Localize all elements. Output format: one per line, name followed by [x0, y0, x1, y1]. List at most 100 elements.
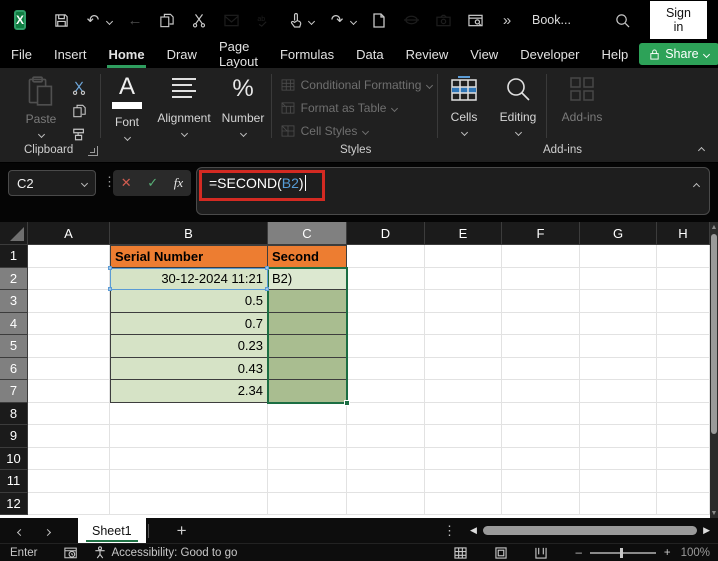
name-box[interactable]: C2 — [8, 170, 96, 196]
cell-D5[interactable] — [347, 335, 425, 358]
cell-D4[interactable] — [347, 312, 425, 335]
cell-C1[interactable]: Second — [268, 245, 347, 268]
cell-A12[interactable] — [28, 492, 110, 515]
cell-D9[interactable] — [347, 425, 425, 448]
cell-E11[interactable] — [425, 470, 502, 493]
row-header-6[interactable]: 6 — [0, 357, 28, 380]
cell-B4[interactable]: 0.7 — [110, 312, 268, 335]
cell-F1[interactable] — [502, 245, 580, 268]
cell-G7[interactable] — [580, 380, 657, 403]
accessibility-status[interactable]: Accessibility: Good to go — [112, 547, 238, 559]
cell-H10[interactable] — [657, 447, 710, 470]
undo-dropdown-icon[interactable] — [105, 11, 114, 29]
sheet-tab-sheet1[interactable]: Sheet1 — [78, 518, 146, 543]
next-sheet-icon[interactable] — [43, 522, 52, 540]
cell-E12[interactable] — [425, 492, 502, 515]
cell-A10[interactable] — [28, 447, 110, 470]
horizontal-scrollbar[interactable]: ◀ ▶ — [470, 525, 710, 537]
cell-H4[interactable] — [657, 312, 710, 335]
cell-H1[interactable] — [657, 245, 710, 268]
zoom-in-button[interactable]: + — [664, 547, 671, 559]
tab-formulas[interactable]: Formulas — [269, 43, 345, 66]
cell-C8[interactable] — [268, 402, 347, 425]
font-menu-button[interactable]: A Font — [101, 68, 153, 144]
more-commands-icon[interactable]: » — [498, 11, 516, 29]
row-header-11[interactable]: 11 — [0, 470, 28, 493]
undo-icon[interactable]: ↶ — [84, 11, 102, 29]
collapse-formula-bar-icon[interactable] — [692, 176, 701, 192]
row-header-8[interactable]: 8 — [0, 402, 28, 425]
cell-B11[interactable] — [110, 470, 268, 493]
cell-B7[interactable]: 2.34 — [110, 380, 268, 403]
editing-menu-button[interactable]: Editing — [490, 68, 546, 144]
cell-F8[interactable] — [502, 402, 580, 425]
add-sheet-button[interactable]: + — [177, 521, 187, 541]
cell-D8[interactable] — [347, 402, 425, 425]
cell-B2[interactable]: 30-12-2024 11:21 — [110, 267, 268, 290]
cell-G1[interactable] — [580, 245, 657, 268]
cell-B12[interactable] — [110, 492, 268, 515]
cell-C11[interactable] — [268, 470, 347, 493]
cut-icon[interactable] — [190, 11, 208, 29]
cell-C6[interactable] — [268, 357, 347, 380]
row-header-2[interactable]: 2 — [0, 267, 28, 290]
column-header-C[interactable]: C — [268, 222, 347, 245]
accessibility-checker-icon[interactable] — [94, 546, 106, 559]
cell-E6[interactable] — [425, 357, 502, 380]
sign-in-button[interactable]: Sign in — [649, 1, 707, 39]
page-break-preview-icon[interactable] — [535, 547, 548, 559]
cell-E9[interactable] — [425, 425, 502, 448]
redo-icon[interactable]: ↷ — [328, 11, 346, 29]
cell-D1[interactable] — [347, 245, 425, 268]
cell-E5[interactable] — [425, 335, 502, 358]
cell-G12[interactable] — [580, 492, 657, 515]
cell-D10[interactable] — [347, 447, 425, 470]
save-icon[interactable] — [52, 11, 70, 29]
cell-G5[interactable] — [580, 335, 657, 358]
column-header-E[interactable]: E — [425, 222, 502, 245]
tab-draw[interactable]: Draw — [156, 43, 208, 66]
commit-entry-icon[interactable]: ✓ — [147, 175, 158, 191]
cell-D2[interactable] — [347, 267, 425, 290]
new-file-icon[interactable] — [370, 11, 388, 29]
cell-D11[interactable] — [347, 470, 425, 493]
collapse-ribbon-icon[interactable] — [697, 140, 706, 158]
cell-A9[interactable] — [28, 425, 110, 448]
fill-handle[interactable] — [344, 399, 350, 406]
cell-B6[interactable]: 0.43 — [110, 357, 268, 380]
tab-home[interactable]: Home — [97, 43, 155, 68]
column-header-D[interactable]: D — [347, 222, 425, 245]
cell-F2[interactable] — [502, 267, 580, 290]
row-header-3[interactable]: 3 — [0, 290, 28, 313]
copy-small-icon[interactable] — [71, 103, 87, 119]
zoom-out-button[interactable]: – — [575, 547, 581, 559]
cell-E2[interactable] — [425, 267, 502, 290]
zoom-percentage[interactable]: 100% — [681, 547, 710, 559]
tab-file[interactable]: File — [0, 43, 43, 66]
cell-A4[interactable] — [28, 312, 110, 335]
row-header-5[interactable]: 5 — [0, 335, 28, 358]
cancel-entry-icon[interactable]: ✕ — [121, 175, 132, 191]
page-layout-view-icon[interactable] — [495, 546, 508, 559]
column-header-B[interactable]: B — [110, 222, 268, 245]
cell-A11[interactable] — [28, 470, 110, 493]
cell-C5[interactable] — [268, 335, 347, 358]
cell-B3[interactable]: 0.5 — [110, 290, 268, 313]
format-painter-icon[interactable] — [71, 126, 87, 142]
touch-mode-dropdown-icon[interactable] — [307, 11, 316, 29]
tab-help[interactable]: Help — [590, 43, 639, 66]
row-header-9[interactable]: 9 — [0, 425, 28, 448]
cell-H11[interactable] — [657, 470, 710, 493]
cell-G10[interactable] — [580, 447, 657, 470]
row-header-10[interactable]: 10 — [0, 447, 28, 470]
cell-H3[interactable] — [657, 290, 710, 313]
cell-H2[interactable] — [657, 267, 710, 290]
cell-F3[interactable] — [502, 290, 580, 313]
scroll-up-icon[interactable]: ▲ — [710, 222, 718, 232]
cell-A5[interactable] — [28, 335, 110, 358]
cell-H12[interactable] — [657, 492, 710, 515]
cell-B5[interactable]: 0.23 — [110, 335, 268, 358]
cell-E4[interactable] — [425, 312, 502, 335]
zoom-slider[interactable] — [589, 547, 656, 558]
cell-H6[interactable] — [657, 357, 710, 380]
